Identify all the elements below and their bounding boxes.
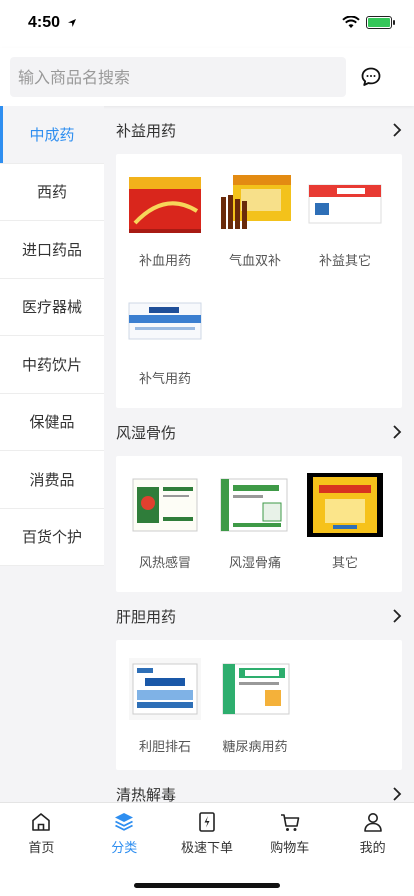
product-image (216, 168, 294, 238)
tab-bar: 首页 分类 极速下单 购物车 我的 (0, 802, 414, 896)
product-item[interactable]: 补血用药 (120, 168, 210, 286)
product-image (216, 470, 294, 540)
product-label: 风湿骨痛 (228, 556, 281, 571)
search-input[interactable] (10, 57, 346, 97)
tab-category[interactable]: 分类 (83, 803, 166, 863)
sidebar-item-consumer-goods[interactable]: 消费品 (0, 451, 104, 509)
sidebar-item-imported[interactable]: 进口药品 (0, 221, 104, 279)
search-header (0, 48, 414, 106)
quick-order-icon (199, 811, 215, 832)
sidebar-item-zhongchengyao[interactable]: 中成药 (0, 106, 104, 164)
sidebar-item-xiyao[interactable]: 西药 (0, 163, 104, 221)
product-grid: 补血用药 气血双补 补益其它 补气用药 (116, 154, 402, 408)
product-item[interactable]: 补益其它 (300, 168, 390, 286)
chevron-right-icon (393, 425, 402, 439)
app-screen: 4:50 中成药 西药 进口药品 医疗器械 中药饮片 保健品 消费品 (0, 0, 414, 896)
product-image (126, 286, 204, 356)
layers-icon (115, 812, 134, 831)
status-bar: 4:50 (0, 0, 414, 48)
category-content: 补益用药 补血用药 气血双补 补益其它 补气用药 风湿骨伤 风热感冒 风湿骨痛 … (104, 106, 414, 802)
section-header[interactable]: 肝胆用药 (104, 592, 414, 640)
tab-category-label: 分类 (111, 840, 138, 856)
product-label: 糖尿病用药 (222, 740, 288, 755)
sidebar-item-medical-devices[interactable]: 医疗器械 (0, 278, 104, 336)
tab-mine-label: 我的 (359, 840, 386, 856)
sidebar-item-herbal-pieces[interactable]: 中药饮片 (0, 336, 104, 394)
section-title: 肝胆用药 (116, 607, 177, 626)
product-image (126, 168, 204, 238)
chevron-right-icon (393, 123, 402, 137)
section-title: 补益用药 (116, 121, 177, 140)
product-label: 补血用药 (138, 254, 191, 269)
home-icon (32, 812, 51, 831)
location-arrow-icon (68, 19, 76, 27)
product-grid: 风热感冒 风湿骨痛 其它 (116, 456, 402, 592)
product-item[interactable]: 利胆排石 (120, 654, 210, 772)
message-icon[interactable] (360, 66, 382, 88)
sidebar-item-health-products[interactable]: 保健品 (0, 393, 104, 451)
tab-home[interactable]: 首页 (0, 803, 83, 863)
product-label: 气血双补 (228, 254, 281, 269)
product-label: 其它 (331, 556, 358, 571)
product-image (126, 470, 204, 540)
product-grid: 利胆排石 糖尿病用药 (116, 640, 402, 770)
section-header[interactable]: 补益用药 (104, 106, 414, 154)
chevron-right-icon (393, 787, 402, 801)
user-icon (363, 812, 382, 832)
category-sidebar: 中成药 西药 进口药品 医疗器械 中药饮片 保健品 消费品 百货个护 (0, 106, 104, 566)
cart-icon (280, 813, 300, 831)
search-box[interactable] (10, 57, 346, 97)
section-title: 清热解毒 (116, 785, 177, 803)
tab-quick-order[interactable]: 极速下单 (166, 803, 249, 863)
product-label: 利胆排石 (138, 740, 191, 755)
wifi-icon (342, 16, 360, 28)
section-title: 风湿骨伤 (116, 423, 177, 442)
product-label: 补气用药 (138, 372, 191, 387)
product-item[interactable]: 风湿骨痛 (210, 470, 300, 588)
tab-home-label: 首页 (28, 840, 55, 856)
product-label: 风热感冒 (138, 556, 191, 571)
product-item[interactable]: 补气用药 (120, 286, 210, 404)
home-indicator (134, 883, 280, 888)
section-header[interactable]: 风湿骨伤 (104, 408, 414, 456)
product-image (306, 168, 384, 238)
product-image (216, 654, 294, 724)
product-label: 补益其它 (318, 254, 371, 269)
chevron-right-icon (393, 609, 402, 623)
sidebar-item-personal-care[interactable]: 百货个护 (0, 508, 104, 566)
product-image (126, 654, 204, 724)
product-item[interactable]: 其它 (300, 470, 390, 588)
status-time: 4:50 (28, 14, 61, 31)
product-item[interactable]: 糖尿病用药 (210, 654, 300, 772)
tab-cart-label: 购物车 (270, 840, 310, 856)
section-header[interactable]: 清热解毒 (104, 770, 414, 802)
product-item[interactable]: 气血双补 (210, 168, 300, 286)
tab-cart[interactable]: 购物车 (248, 803, 331, 863)
tab-mine[interactable]: 我的 (331, 803, 414, 863)
product-image (306, 470, 384, 540)
tab-quick-order-label: 极速下单 (180, 840, 233, 856)
status-indicators (342, 16, 395, 29)
battery-icon (366, 16, 395, 29)
product-item[interactable]: 风热感冒 (120, 470, 210, 588)
